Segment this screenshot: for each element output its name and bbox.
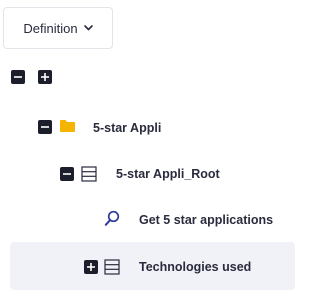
tree-node-label: 5-star Appli_Root bbox=[116, 167, 220, 181]
chevron-down-icon bbox=[83, 25, 93, 31]
tree-node-label: 5-star Appli bbox=[93, 121, 162, 135]
view-select-dropdown[interactable]: Definition bbox=[3, 7, 113, 49]
expand-all-button[interactable] bbox=[38, 70, 52, 84]
expand-node-button[interactable] bbox=[84, 260, 98, 274]
minus-square-icon bbox=[41, 126, 49, 128]
plus-square-icon bbox=[87, 263, 95, 271]
collapse-node-button[interactable] bbox=[38, 120, 52, 134]
view-select-value: Definition bbox=[23, 20, 78, 36]
folder-icon bbox=[60, 120, 75, 132]
collapse-node-button[interactable] bbox=[60, 167, 74, 181]
search-icon bbox=[104, 210, 120, 226]
minus-square-icon bbox=[14, 76, 22, 78]
minus-square-icon bbox=[63, 173, 71, 175]
plus-square-icon bbox=[41, 73, 49, 81]
tree-node-label: Get 5 star applications bbox=[139, 213, 274, 227]
tree-node-label: Technologies used bbox=[139, 260, 252, 274]
table-icon bbox=[104, 259, 120, 275]
collapse-all-button[interactable] bbox=[11, 70, 25, 84]
table-icon bbox=[81, 166, 97, 182]
